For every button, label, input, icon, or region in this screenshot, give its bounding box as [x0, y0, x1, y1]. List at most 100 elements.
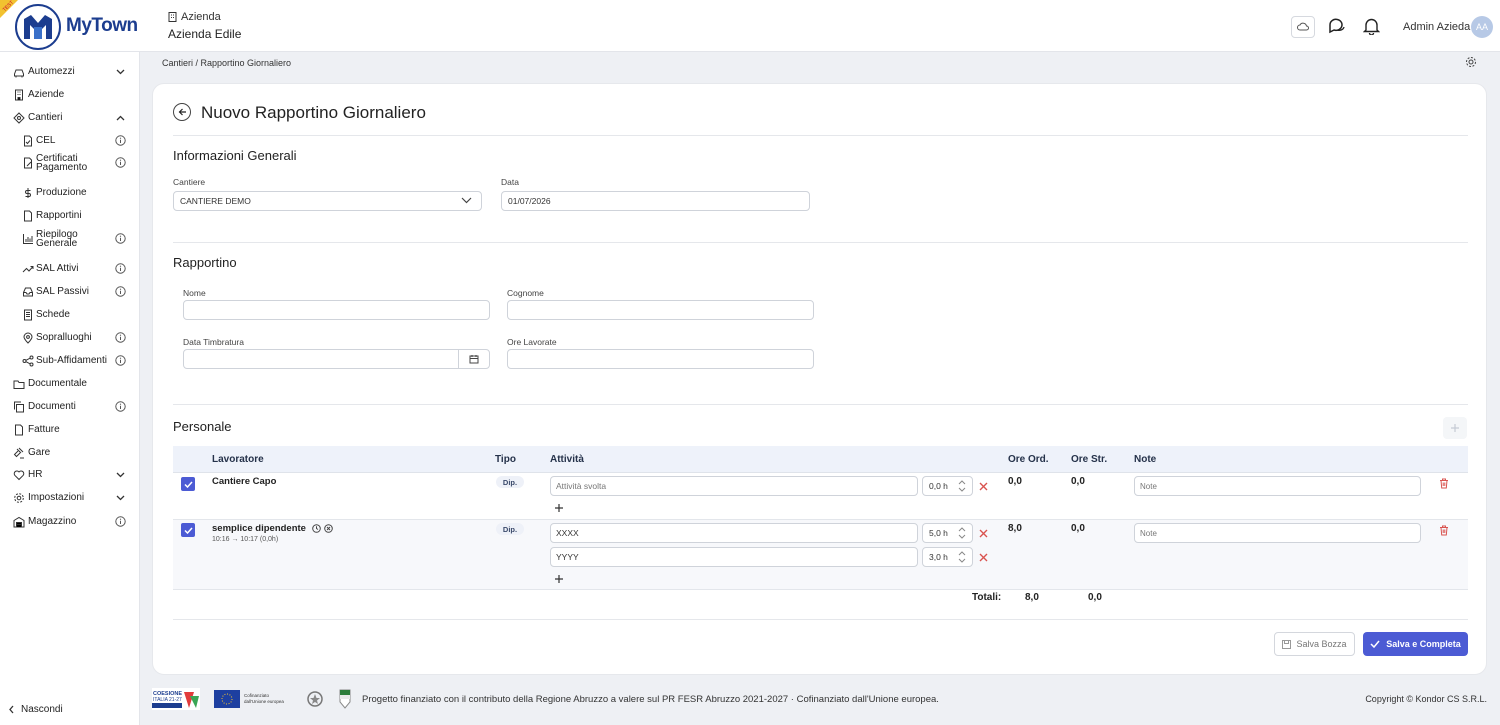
sidebar-item-sal-passivi[interactable]: SAL Passivi — [0, 282, 140, 302]
bar-chart-icon — [23, 234, 33, 244]
sidebar-item-sub-affidamenti[interactable]: Sub-Affidamenti — [0, 351, 140, 371]
sidebar-item-certificati-pagamento[interactable]: Certificati Pagamento — [0, 153, 140, 173]
hours-stepper[interactable]: 3,0 h — [922, 547, 973, 567]
info-icon[interactable] — [115, 157, 126, 168]
sidebar-item-cantieri[interactable]: Cantieri — [0, 108, 140, 128]
cantiere-select[interactable]: CANTIERE DEMO — [173, 191, 482, 211]
remove-activity-icon[interactable] — [979, 553, 988, 562]
save-draft-button[interactable]: Salva Bozza — [1274, 632, 1355, 656]
calendar-button[interactable] — [458, 350, 489, 368]
data-input[interactable]: 01/07/2026 — [501, 191, 810, 211]
cognome-field[interactable] — [507, 300, 814, 320]
info-icon[interactable] — [115, 355, 126, 366]
sidebar-item-sal-attivi[interactable]: SAL Attivi — [0, 259, 140, 279]
chevron-down-icon[interactable] — [116, 69, 125, 75]
sidebar-item-aziende[interactable]: Aziende — [0, 85, 140, 105]
sidebar-item-label: Impostazioni — [28, 492, 85, 503]
hide-sidebar-button[interactable]: Nascondi — [8, 704, 63, 715]
add-worker-button[interactable] — [1443, 417, 1467, 439]
info-icon[interactable] — [115, 516, 126, 527]
activity-input[interactable]: YYYY — [550, 547, 918, 567]
logo-text: MyTown — [66, 15, 138, 36]
user-name[interactable]: Admin Azieda — [1403, 21, 1470, 33]
compass-icon — [13, 112, 25, 124]
building-icon — [15, 89, 23, 101]
chevron-down-icon[interactable] — [116, 495, 125, 501]
map-pin-icon — [23, 332, 33, 344]
chat-icon[interactable] — [1328, 17, 1346, 35]
breadcrumb[interactable]: Cantieri / Rapportino Giornaliero — [162, 58, 291, 68]
chevron-up-icon[interactable] — [116, 115, 125, 121]
chevron-down-icon[interactable] — [116, 472, 125, 478]
divider — [173, 404, 1468, 405]
cloud-sync-button[interactable] — [1291, 16, 1315, 38]
sidebar-item-schede[interactable]: Schede — [0, 305, 140, 325]
sidebar-item-automezzi[interactable]: Automezzi — [0, 62, 140, 82]
car-icon — [14, 69, 24, 78]
info-icon[interactable] — [115, 286, 126, 297]
trend-up-icon — [22, 266, 34, 273]
copy-icon — [14, 401, 24, 413]
activity-input[interactable]: XXXX — [550, 523, 918, 543]
company-selector[interactable]: Azienda Azienda Edile — [168, 11, 241, 41]
svg-text:ITALIA 21-27: ITALIA 21-27 — [153, 697, 182, 703]
note-input[interactable]: Note — [1134, 523, 1421, 543]
note-input[interactable]: Note — [1134, 476, 1421, 496]
sidebar-item-magazzino[interactable]: Magazzino — [0, 512, 140, 532]
sidebar-item-documenti[interactable]: Documenti — [0, 397, 140, 417]
data-timbratura-field[interactable] — [183, 349, 490, 369]
sidebar-item-rapportini[interactable]: Rapportini — [0, 206, 140, 226]
activity-input[interactable]: Attività svolta — [550, 476, 918, 496]
remove-activity-icon[interactable] — [979, 529, 988, 538]
chevron-down-icon — [461, 197, 472, 204]
sidebar-item-gare[interactable]: Gare — [0, 443, 140, 463]
note-placeholder: Note — [1140, 528, 1157, 538]
info-icon[interactable] — [115, 135, 126, 146]
info-icon[interactable] — [115, 233, 126, 244]
col-note: Note — [1134, 454, 1157, 465]
arrow-left-icon — [178, 108, 186, 116]
remove-activity-icon[interactable] — [979, 482, 988, 491]
cloud-icon — [1297, 22, 1309, 31]
building-icon — [168, 12, 177, 22]
row-checkbox[interactable] — [181, 477, 195, 491]
back-button[interactable] — [173, 103, 191, 121]
ore-lavorate-field[interactable] — [507, 349, 814, 369]
spinner-icon — [958, 551, 966, 563]
copyright: Copyright © Kondor CS S.R.L. — [1365, 694, 1487, 704]
footer: COESIONE ITALIA 21-27 Cofinanziato dall'… — [152, 687, 1487, 711]
sidebar-item-documentale[interactable]: Documentale — [0, 374, 140, 394]
plus-icon — [1451, 424, 1459, 432]
nome-field[interactable] — [183, 300, 490, 320]
hours-stepper[interactable]: 0,0 h — [922, 476, 973, 496]
add-activity-icon[interactable] — [554, 503, 564, 513]
app-logo[interactable]: TEST MyTown — [0, 0, 140, 52]
col-lavoratore: Lavoratore — [212, 454, 264, 465]
sidebar-item-hr[interactable]: HR — [0, 465, 140, 485]
info-icon[interactable] — [115, 263, 126, 274]
bell-icon[interactable] — [1363, 17, 1380, 35]
note-placeholder: Note — [1140, 481, 1157, 491]
avatar[interactable]: AA — [1471, 16, 1493, 38]
info-icon[interactable] — [115, 401, 126, 412]
hours-stepper[interactable]: 5,0 h — [922, 523, 973, 543]
row-checkbox[interactable] — [181, 523, 195, 537]
company-name: Azienda Edile — [168, 27, 242, 41]
trash-icon[interactable] — [1439, 525, 1449, 536]
cancel-circle-icon[interactable] — [324, 524, 333, 533]
section-personale-title: Personale — [173, 419, 232, 434]
trash-icon[interactable] — [1439, 478, 1449, 489]
info-icon[interactable] — [115, 332, 126, 343]
sidebar-item-impostazioni[interactable]: Impostazioni — [0, 488, 140, 508]
sidebar-item-produzione[interactable]: Produzione — [0, 183, 140, 203]
sidebar-item-cel[interactable]: CEL — [0, 131, 140, 151]
sidebar-item-riepilogo-generale[interactable]: Riepilogo Generale — [0, 229, 140, 249]
worker-timestamp: 10:16 → 10:17 (0,0h) — [212, 536, 279, 543]
nome-label: Nome — [183, 288, 206, 298]
save-complete-button[interactable]: Salva e Completa — [1363, 632, 1468, 656]
gear-icon[interactable] — [1465, 56, 1477, 68]
sidebar-item-fatture[interactable]: Fatture — [0, 420, 140, 440]
add-activity-icon[interactable] — [554, 574, 564, 584]
sidebar-item-sopralluoghi[interactable]: Sopralluoghi — [0, 328, 140, 348]
sidebar-item-label: Aziende — [28, 89, 65, 100]
